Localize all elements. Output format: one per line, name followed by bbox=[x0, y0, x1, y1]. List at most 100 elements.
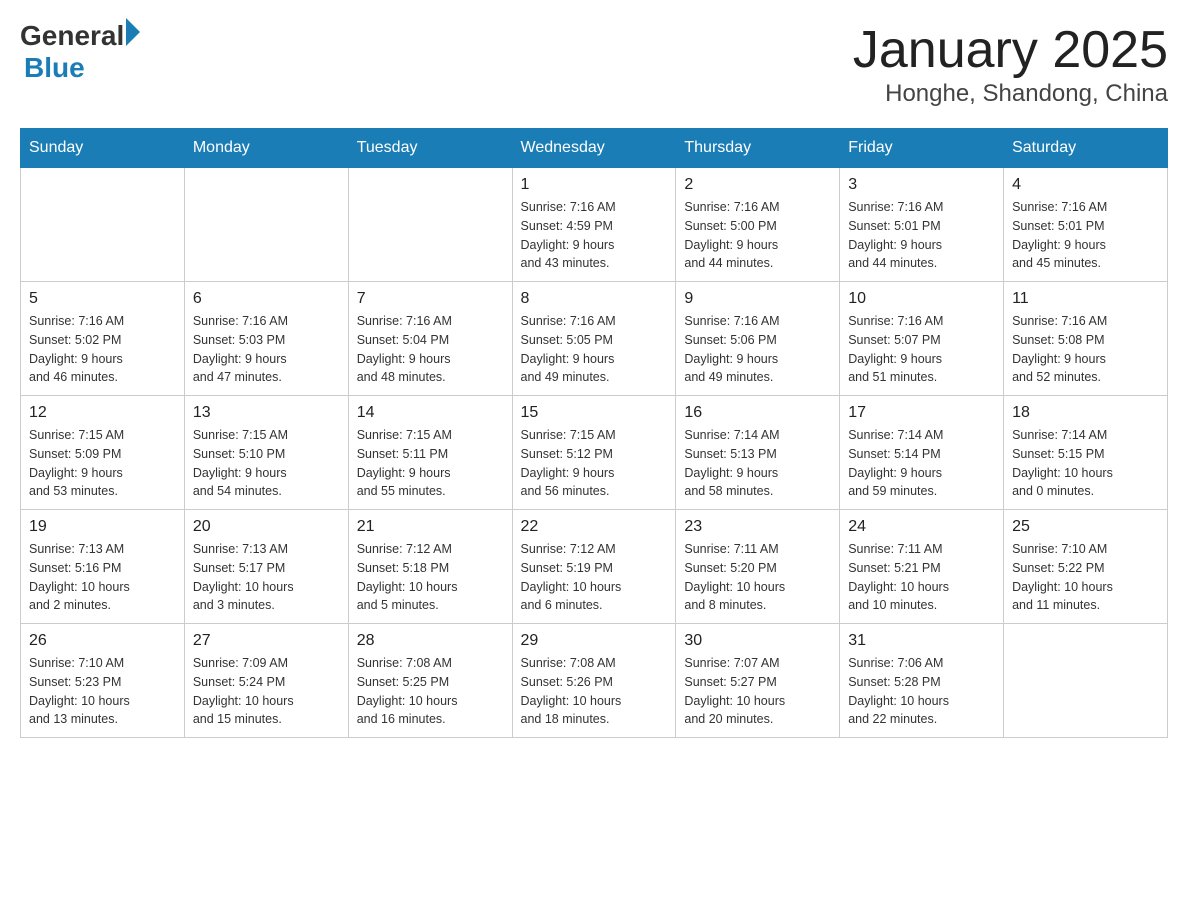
day-number: 26 bbox=[29, 632, 176, 650]
day-number: 23 bbox=[684, 518, 831, 536]
logo-arrow-icon bbox=[126, 18, 140, 46]
day-number: 11 bbox=[1012, 290, 1159, 308]
day-info: Sunrise: 7:15 AMSunset: 5:10 PMDaylight:… bbox=[193, 426, 340, 501]
day-number: 8 bbox=[521, 290, 668, 308]
day-number: 13 bbox=[193, 404, 340, 422]
day-info: Sunrise: 7:16 AMSunset: 4:59 PMDaylight:… bbox=[521, 198, 668, 273]
calendar-week-row: 12 Sunrise: 7:15 AMSunset: 5:09 PMDayligh… bbox=[21, 396, 1168, 510]
day-info: Sunrise: 7:16 AMSunset: 5:05 PMDaylight:… bbox=[521, 312, 668, 387]
calendar-cell: 23 Sunrise: 7:11 AMSunset: 5:20 PMDayligh… bbox=[676, 510, 840, 624]
calendar-cell bbox=[1004, 624, 1168, 738]
day-number: 19 bbox=[29, 518, 176, 536]
day-number: 25 bbox=[1012, 518, 1159, 536]
day-number: 27 bbox=[193, 632, 340, 650]
day-info: Sunrise: 7:13 AMSunset: 5:16 PMDaylight:… bbox=[29, 540, 176, 615]
calendar-cell: 9 Sunrise: 7:16 AMSunset: 5:06 PMDaylight… bbox=[676, 282, 840, 396]
calendar-cell: 20 Sunrise: 7:13 AMSunset: 5:17 PMDayligh… bbox=[184, 510, 348, 624]
logo-blue-text: Blue bbox=[24, 52, 85, 84]
day-number: 12 bbox=[29, 404, 176, 422]
calendar-cell: 4Sunrise: 7:16 AMSunset: 5:01 PMDaylight… bbox=[1004, 168, 1168, 282]
header-friday: Friday bbox=[840, 129, 1004, 168]
logo-general-text: General bbox=[20, 20, 124, 52]
day-info: Sunrise: 7:07 AMSunset: 5:27 PMDaylight:… bbox=[684, 654, 831, 729]
calendar-cell: 22Sunrise: 7:12 AMSunset: 5:19 PMDayligh… bbox=[512, 510, 676, 624]
day-info: Sunrise: 7:10 AMSunset: 5:23 PMDaylight:… bbox=[29, 654, 176, 729]
calendar-cell: 8 Sunrise: 7:16 AMSunset: 5:05 PMDaylight… bbox=[512, 282, 676, 396]
header-thursday: Thursday bbox=[676, 129, 840, 168]
day-number: 6 bbox=[193, 290, 340, 308]
calendar-cell: 21Sunrise: 7:12 AMSunset: 5:18 PMDayligh… bbox=[348, 510, 512, 624]
day-info: Sunrise: 7:16 AMSunset: 5:08 PMDaylight:… bbox=[1012, 312, 1159, 387]
day-info: Sunrise: 7:06 AMSunset: 5:28 PMDaylight:… bbox=[848, 654, 995, 729]
calendar-cell: 27 Sunrise: 7:09 AMSunset: 5:24 PMDayligh… bbox=[184, 624, 348, 738]
calendar-cell bbox=[348, 168, 512, 282]
day-info: Sunrise: 7:15 AMSunset: 5:12 PMDaylight:… bbox=[521, 426, 668, 501]
header-monday: Monday bbox=[184, 129, 348, 168]
day-info: Sunrise: 7:15 AMSunset: 5:11 PMDaylight:… bbox=[357, 426, 504, 501]
day-number: 17 bbox=[848, 404, 995, 422]
day-number: 31 bbox=[848, 632, 995, 650]
calendar-cell: 26 Sunrise: 7:10 AMSunset: 5:23 PMDayligh… bbox=[21, 624, 185, 738]
page-subtitle: Honghe, Shandong, China bbox=[853, 80, 1168, 108]
calendar-cell: 1 Sunrise: 7:16 AMSunset: 4:59 PMDaylight… bbox=[512, 168, 676, 282]
calendar-cell: 30 Sunrise: 7:07 AMSunset: 5:27 PMDayligh… bbox=[676, 624, 840, 738]
header-wednesday: Wednesday bbox=[512, 129, 676, 168]
day-info: Sunrise: 7:11 AMSunset: 5:20 PMDaylight:… bbox=[684, 540, 831, 615]
calendar-cell: 6 Sunrise: 7:16 AMSunset: 5:03 PMDaylight… bbox=[184, 282, 348, 396]
day-number: 2 bbox=[684, 176, 831, 194]
day-info: Sunrise: 7:09 AMSunset: 5:24 PMDaylight:… bbox=[193, 654, 340, 729]
day-number: 1 bbox=[521, 176, 668, 194]
calendar-cell: 29Sunrise: 7:08 AMSunset: 5:26 PMDayligh… bbox=[512, 624, 676, 738]
day-number: 15 bbox=[521, 404, 668, 422]
calendar-cell: 3Sunrise: 7:16 AMSunset: 5:01 PMDaylight… bbox=[840, 168, 1004, 282]
day-number: 7 bbox=[357, 290, 504, 308]
day-info: Sunrise: 7:16 AMSunset: 5:03 PMDaylight:… bbox=[193, 312, 340, 387]
day-number: 20 bbox=[193, 518, 340, 536]
logo: General Blue bbox=[20, 20, 140, 84]
day-info: Sunrise: 7:13 AMSunset: 5:17 PMDaylight:… bbox=[193, 540, 340, 615]
calendar-week-row: 26 Sunrise: 7:10 AMSunset: 5:23 PMDayligh… bbox=[21, 624, 1168, 738]
day-number: 10 bbox=[848, 290, 995, 308]
calendar-table: SundayMondayTuesdayWednesdayThursdayFrid… bbox=[20, 128, 1168, 738]
calendar-cell: 16 Sunrise: 7:14 AMSunset: 5:13 PMDayligh… bbox=[676, 396, 840, 510]
day-number: 30 bbox=[684, 632, 831, 650]
day-info: Sunrise: 7:14 AMSunset: 5:15 PMDaylight:… bbox=[1012, 426, 1159, 501]
day-number: 16 bbox=[684, 404, 831, 422]
day-info: Sunrise: 7:15 AMSunset: 5:09 PMDaylight:… bbox=[29, 426, 176, 501]
calendar-cell: 15 Sunrise: 7:15 AMSunset: 5:12 PMDayligh… bbox=[512, 396, 676, 510]
day-info: Sunrise: 7:12 AMSunset: 5:19 PMDaylight:… bbox=[521, 540, 668, 615]
calendar-cell: 5 Sunrise: 7:16 AMSunset: 5:02 PMDaylight… bbox=[21, 282, 185, 396]
calendar-cell: 25 Sunrise: 7:10 AMSunset: 5:22 PMDayligh… bbox=[1004, 510, 1168, 624]
page-header: General Blue January 2025 Honghe, Shando… bbox=[20, 20, 1168, 108]
day-info: Sunrise: 7:08 AMSunset: 5:25 PMDaylight:… bbox=[357, 654, 504, 729]
day-info: Sunrise: 7:16 AMSunset: 5:06 PMDaylight:… bbox=[684, 312, 831, 387]
day-info: Sunrise: 7:16 AMSunset: 5:02 PMDaylight:… bbox=[29, 312, 176, 387]
calendar-cell: 19 Sunrise: 7:13 AMSunset: 5:16 PMDayligh… bbox=[21, 510, 185, 624]
day-info: Sunrise: 7:10 AMSunset: 5:22 PMDaylight:… bbox=[1012, 540, 1159, 615]
header-tuesday: Tuesday bbox=[348, 129, 512, 168]
day-info: Sunrise: 7:08 AMSunset: 5:26 PMDaylight:… bbox=[521, 654, 668, 729]
calendar-cell bbox=[184, 168, 348, 282]
calendar-cell: 12 Sunrise: 7:15 AMSunset: 5:09 PMDayligh… bbox=[21, 396, 185, 510]
header-saturday: Saturday bbox=[1004, 129, 1168, 168]
calendar-cell: 13 Sunrise: 7:15 AMSunset: 5:10 PMDayligh… bbox=[184, 396, 348, 510]
day-number: 5 bbox=[29, 290, 176, 308]
calendar-cell: 31 Sunrise: 7:06 AMSunset: 5:28 PMDayligh… bbox=[840, 624, 1004, 738]
day-info: Sunrise: 7:16 AMSunset: 5:07 PMDaylight:… bbox=[848, 312, 995, 387]
calendar-cell: 28 Sunrise: 7:08 AMSunset: 5:25 PMDayligh… bbox=[348, 624, 512, 738]
day-info: Sunrise: 7:16 AMSunset: 5:04 PMDaylight:… bbox=[357, 312, 504, 387]
day-number: 18 bbox=[1012, 404, 1159, 422]
calendar-cell: 7 Sunrise: 7:16 AMSunset: 5:04 PMDaylight… bbox=[348, 282, 512, 396]
calendar-cell: 2 Sunrise: 7:16 AMSunset: 5:00 PMDaylight… bbox=[676, 168, 840, 282]
calendar-cell bbox=[21, 168, 185, 282]
header-sunday: Sunday bbox=[21, 129, 185, 168]
day-info: Sunrise: 7:14 AMSunset: 5:13 PMDaylight:… bbox=[684, 426, 831, 501]
day-number: 24 bbox=[848, 518, 995, 536]
title-block: January 2025 Honghe, Shandong, China bbox=[853, 20, 1168, 108]
day-number: 9 bbox=[684, 290, 831, 308]
page-title: January 2025 bbox=[853, 20, 1168, 80]
day-number: 4 bbox=[1012, 176, 1159, 194]
day-number: 28 bbox=[357, 632, 504, 650]
calendar-header-row: SundayMondayTuesdayWednesdayThursdayFrid… bbox=[21, 129, 1168, 168]
day-info: Sunrise: 7:16 AMSunset: 5:00 PMDaylight:… bbox=[684, 198, 831, 273]
